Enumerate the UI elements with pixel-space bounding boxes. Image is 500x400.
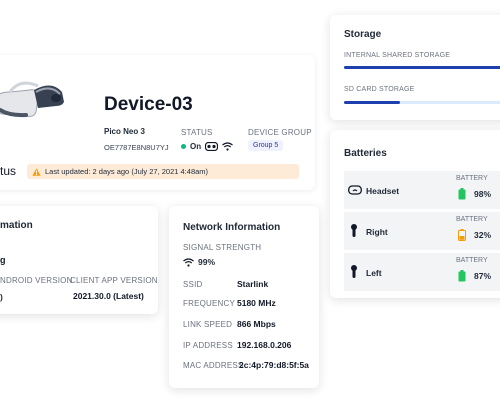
- device-name: Device-03: [104, 94, 193, 115]
- information-value: g: [0, 255, 6, 265]
- battery-value: 87%: [474, 271, 492, 281]
- link-speed-label: LINK SPEED: [183, 320, 233, 329]
- vr-mode-icon: [205, 142, 219, 151]
- battery-icon: [458, 229, 466, 241]
- android-version-value: ): [0, 292, 3, 302]
- controller-icon: [351, 265, 357, 278]
- ssid-value: Starlink: [237, 279, 269, 289]
- network-title: Network Information: [183, 222, 281, 233]
- status-indicator: On: [181, 142, 233, 151]
- battery-row-left: Left BATTERY 87%: [344, 253, 500, 291]
- device-model: Pico Neo 3: [104, 127, 145, 136]
- wifi-icon: [183, 257, 194, 267]
- frequency-label: FREQUENCY: [183, 299, 236, 308]
- last-updated-text: Last updated: 2 days ago (July 27, 2021 …: [45, 167, 209, 176]
- headset-icon: [348, 185, 362, 195]
- battery-value: 98%: [474, 189, 492, 199]
- sd-card-storage-label: SD CARD STORAGE: [344, 86, 415, 93]
- device-group-label: DEVICE GROUP: [248, 128, 312, 137]
- signal-strength: 99%: [183, 257, 215, 267]
- status-dot: [181, 144, 186, 149]
- vr-headset-image: [0, 81, 64, 118]
- internal-storage-fill: [344, 66, 500, 69]
- client-app-version-label: CLIENT APP VERSION: [70, 276, 158, 285]
- status-heading: tus: [0, 164, 17, 178]
- link-speed-value: 866 Mbps: [237, 319, 276, 329]
- battery-device-name: Left: [366, 268, 382, 278]
- wifi-icon: [222, 142, 233, 151]
- signal-strength-label: SIGNAL STRENGTH: [183, 243, 262, 252]
- battery-icon: [458, 270, 466, 282]
- device-serial: OE7787E8N8U7YJ: [104, 143, 169, 152]
- sd-card-storage-bar: [344, 101, 500, 104]
- signal-strength-value: 99%: [198, 257, 216, 267]
- information-card: mation g NDROID VERSION CLIENT APP VERSI…: [0, 206, 158, 314]
- ip-address-value: 192.168.0.206: [237, 340, 292, 350]
- battery-label: BATTERY: [456, 257, 488, 264]
- last-updated-banner: Last updated: 2 days ago (July 27, 2021 …: [27, 164, 299, 179]
- device-group-badge[interactable]: Group 5: [248, 140, 284, 151]
- internal-storage-label: INTERNAL SHARED STORAGE: [344, 52, 451, 59]
- status-value: On: [190, 142, 202, 151]
- mac-address-label: MAC ADDRESS: [183, 361, 244, 370]
- android-version-label: NDROID VERSION: [0, 276, 73, 285]
- status-label: STATUS: [181, 128, 213, 137]
- battery-value: 32%: [474, 230, 492, 240]
- ssid-label: SSID: [183, 280, 203, 289]
- battery-device-name: Headset: [366, 186, 400, 196]
- client-app-version-value: 2021.30.0 (Latest): [73, 291, 144, 301]
- storage-title: Storage: [344, 29, 382, 40]
- battery-row-right: Right BATTERY 32%: [344, 212, 500, 250]
- frequency-value: 5180 MHz: [237, 298, 276, 308]
- battery-label: BATTERY: [456, 216, 488, 223]
- battery-device-name: Right: [366, 227, 388, 237]
- sd-card-storage-fill: [344, 101, 401, 104]
- battery-icon: [458, 188, 466, 200]
- batteries-title: Batteries: [344, 148, 387, 159]
- battery-label: BATTERY: [456, 175, 488, 182]
- ip-address-label: IP ADDRESS: [183, 341, 233, 350]
- batteries-card: Batteries Headset BATTERY 98% Right BATT…: [330, 130, 500, 298]
- network-card: Network Information SIGNAL STRENGTH 99% …: [169, 206, 319, 388]
- internal-storage-bar: [344, 66, 500, 69]
- warning-icon: [32, 167, 41, 176]
- mac-address-value: 2c:4p:79:d8:5f:5a: [239, 360, 309, 370]
- storage-card: Storage INTERNAL SHARED STORAGE SD CARD …: [330, 15, 500, 120]
- information-title: mation: [0, 220, 33, 231]
- battery-row-headset: Headset BATTERY 98%: [344, 171, 500, 209]
- controller-icon: [351, 224, 357, 237]
